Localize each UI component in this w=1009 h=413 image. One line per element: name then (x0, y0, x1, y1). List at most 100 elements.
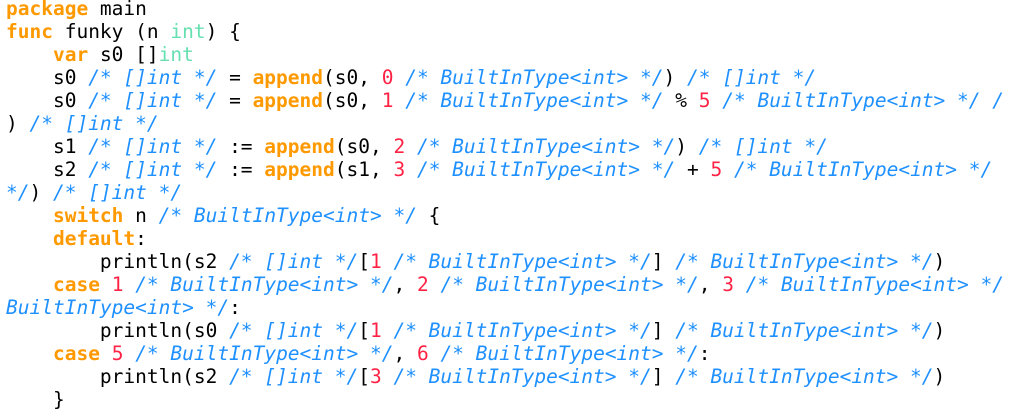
code-text: s2 (6, 158, 89, 181)
number-literal: 2 (416, 273, 429, 296)
comment: /* []int */ (88, 135, 218, 158)
comment: /* BuiltInType<int> */ (745, 273, 1004, 296)
comment: /* BuiltInType<int> */ (405, 89, 664, 112)
code-line-9[interactable]: */) /* []int */ (6, 181, 182, 204)
comment: /* []int */ (229, 365, 359, 388)
code-text: ) (663, 66, 687, 89)
code-text: println(s2 (6, 250, 230, 273)
builtin-function: append (252, 66, 324, 89)
number-literal: 1 (369, 319, 382, 342)
code-line-6[interactable]: ) /* []int */ (6, 112, 159, 135)
type-name: int (158, 43, 194, 66)
code-text: + (675, 158, 711, 181)
code-line-4[interactable]: s0 /* []int */ = append(s0, 0 /* BuiltIn… (6, 66, 816, 89)
comment: BuiltInType<int> */ (6, 296, 230, 319)
code-line-7[interactable]: s1 /* []int */ := append(s0, 2 /* BuiltI… (6, 135, 828, 158)
comment: /* BuiltInType<int> */ (675, 319, 934, 342)
number-literal: 2 (393, 135, 406, 158)
code-text: [ (358, 250, 370, 273)
code-line-10[interactable]: switch n /* BuiltInType<int> */ { (6, 204, 440, 227)
code-text: main (88, 0, 147, 20)
code-line-11[interactable]: default: (6, 227, 147, 250)
code-text: ) (933, 319, 946, 342)
code-text: : (698, 342, 711, 365)
code-text: : (229, 296, 241, 319)
keyword: default (52, 227, 136, 250)
builtin-function: append (264, 135, 335, 158)
code-text: println(s0 (6, 319, 230, 342)
code-text: (s0, (334, 135, 394, 158)
code-editor[interactable]: package main func funky (n int) { var s0 … (0, 0, 1009, 413)
comment: /* BuiltInType<int> */ (675, 250, 934, 273)
code-text: s0 (6, 66, 89, 89)
number-literal: 5 (710, 158, 723, 181)
code-text: s0 (6, 89, 89, 112)
comment: /* BuiltInType<int> */ (733, 158, 993, 181)
code-line-3[interactable]: var s0 []int (6, 43, 194, 66)
code-line-15[interactable]: println(s0 /* []int */[1 /* BuiltInType<… (6, 319, 945, 342)
comment: /* []int */ (88, 66, 218, 89)
code-text: ] (651, 319, 676, 342)
code-text: : (135, 227, 147, 250)
code-line-8[interactable]: s2 /* []int */ := append(s1, 3 /* BuiltI… (6, 158, 992, 181)
code-line-16[interactable]: case 5 /* BuiltInType<int> */, 6 /* Buil… (6, 342, 711, 365)
builtin-function: append (264, 158, 335, 181)
code-text: = (217, 66, 253, 89)
code-text: s1 (6, 135, 89, 158)
keyword: func (6, 20, 53, 43)
code-text: (s0, (323, 89, 382, 112)
comment: /* BuiltInType<int> */ (416, 135, 676, 158)
code-line-2[interactable]: func funky (n int) { (6, 20, 241, 43)
code-line-13[interactable]: case 1 /* BuiltInType<int> */, 2 /* Buil… (6, 273, 1004, 296)
code-text: [ (358, 319, 370, 342)
code-line-18[interactable]: } (6, 388, 65, 411)
code-text: , (393, 273, 417, 296)
comment: /* []int */ (698, 135, 828, 158)
code-line-12[interactable]: println(s2 /* []int */[1 /* BuiltInType<… (6, 250, 945, 273)
comment: */ (6, 181, 30, 204)
code-text: ) (675, 135, 699, 158)
code-line-5[interactable]: s0 /* []int */ = append(s0, 1 /* BuiltIn… (6, 89, 1004, 112)
code-text: ] (651, 365, 676, 388)
code-text: { (416, 204, 441, 227)
code-text: ) (29, 181, 53, 204)
keyword: case (52, 342, 100, 365)
code-text: ] (651, 250, 676, 273)
comment: /* BuiltInType<int> */ (135, 342, 394, 365)
code-text: } (6, 388, 65, 411)
code-line-1[interactable]: package main (6, 0, 147, 20)
code-line-17[interactable]: println(s2 /* []int */[3 /* BuiltInType<… (6, 365, 945, 388)
number-literal: 5 (698, 89, 711, 112)
comment: /* []int */ (229, 250, 359, 273)
comment: /* BuiltInType<int> */ (440, 273, 699, 296)
code-line-14[interactable]: BuiltInType<int> */: (6, 296, 241, 319)
number-literal: 3 (722, 273, 734, 296)
keyword: switch (52, 204, 124, 227)
comment: /* BuiltInType<int> */ (135, 273, 394, 296)
number-literal: 3 (369, 365, 382, 388)
comment: /* BuiltInType<int> */ (158, 204, 417, 227)
code-text: ) (933, 365, 946, 388)
comment: /* []int */ (88, 89, 218, 112)
comment: /* []int */ (686, 66, 817, 89)
code-text: , (698, 273, 723, 296)
code-text: (s0, (323, 66, 382, 89)
keyword: case (52, 273, 100, 296)
code-text: [ (358, 365, 370, 388)
code-text: % (663, 89, 699, 112)
number-literal: 6 (416, 342, 429, 365)
number-literal: 0 (381, 66, 394, 89)
